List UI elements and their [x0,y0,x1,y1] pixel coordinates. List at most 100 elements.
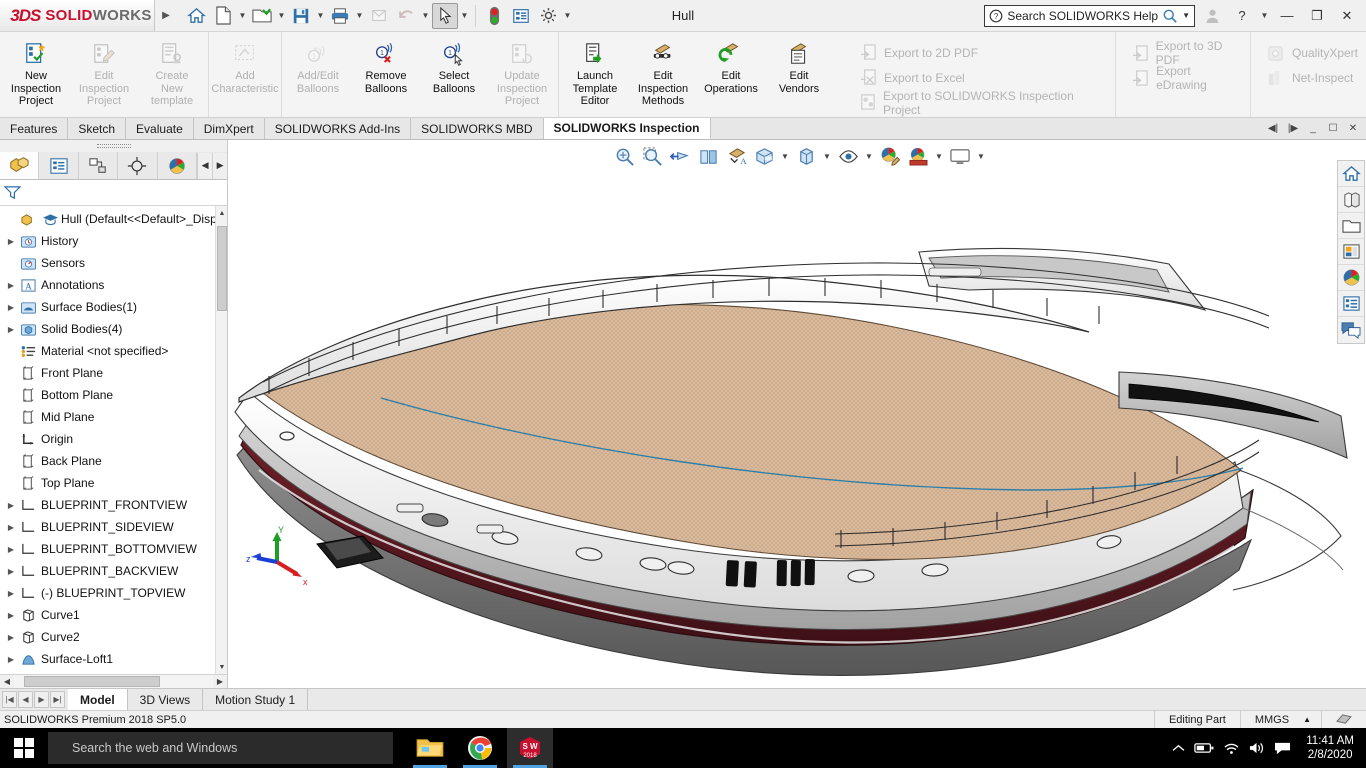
rebuild-icon[interactable] [481,3,507,29]
property-manager-tab[interactable] [39,152,79,179]
tab-model[interactable]: Model [68,689,128,710]
gear-icon[interactable] [535,3,561,29]
print-icon[interactable] [327,3,353,29]
scrollbar-thumb[interactable] [217,226,227,311]
restore-button[interactable]: ❐ [1304,4,1330,28]
scroll-down-icon[interactable]: ▼ [216,660,227,674]
tree-twisty[interactable]: ▶ [4,303,18,312]
save-icon[interactable] [288,3,314,29]
select-cursor-icon[interactable] [432,2,458,29]
units-dropdown-icon[interactable]: ▲ [1303,711,1321,728]
tab-dimxpert[interactable]: DimXpert [193,118,265,139]
tab-3d-views[interactable]: 3D Views [128,689,204,710]
yacht-hull-model[interactable] [229,140,1366,688]
tree-item-blueprint-backview[interactable]: ▶ BLUEPRINT_BACKVIEW [0,560,227,582]
minimize-button[interactable]: — [1274,4,1300,28]
tree-twisty[interactable]: ▶ [4,523,18,532]
wifi-icon[interactable] [1223,742,1239,755]
tab-evaluate[interactable]: Evaluate [126,118,194,139]
tree-horizontal-scrollbar[interactable]: ◀ ▶ [0,674,227,688]
document-restore-icon[interactable]: ☐ [1324,120,1342,138]
edit-inspection-methods-button[interactable]: Edit Inspection Methods [629,36,697,110]
tree-item-sensors[interactable]: Sensors [0,252,227,274]
panel-drag-handle[interactable] [0,140,227,152]
pin-right-icon[interactable]: |▶ [1284,120,1302,138]
select-balloons-button[interactable]: 1 Select Balloons [420,36,488,110]
tree-item-blueprint-topview[interactable]: ▶ (-) BLUEPRINT_TOPVIEW [0,582,227,604]
help-search-dropdown-icon[interactable]: ▼ [1182,11,1190,20]
show-hidden-icons-icon[interactable] [1172,743,1185,754]
tree-twisty[interactable]: ▶ [4,589,18,598]
tree-twisty[interactable]: ▶ [4,501,18,510]
tree-item-back-plane[interactable]: Back Plane [0,450,227,472]
document-minimize-icon[interactable]: _ [1304,120,1322,138]
tree-twisty[interactable]: ▶ [4,325,18,334]
tree-item-mid-plane[interactable]: Mid Plane [0,406,227,428]
solidworks-taskbar-icon[interactable]: S W 2018 [507,728,553,768]
last-tab-icon[interactable]: ▶| [50,691,65,708]
remove-balloons-button[interactable]: 1 Remove Balloons [352,36,420,110]
taskbar-clock[interactable]: 11:41 AM 2/8/2020 [1300,734,1360,762]
tree-twisty[interactable]: ▶ [4,567,18,576]
edit-operations-button[interactable]: Edit Operations [697,36,765,110]
tree-twisty[interactable]: ▶ [4,655,18,664]
help-button[interactable]: ? [1229,4,1255,28]
display-manager-tab[interactable] [158,152,198,179]
user-account-icon[interactable] [1199,4,1225,28]
action-center-icon[interactable] [1274,741,1291,756]
tree-item-top-plane[interactable]: Top Plane [0,472,227,494]
tree-item-annotations[interactable]: ▶ A Annotations [0,274,227,296]
tree-twisty[interactable]: ▶ [4,611,18,620]
scrollbar-thumb[interactable] [24,676,160,687]
tab-solidworks-mbd[interactable]: SOLIDWORKS MBD [411,118,544,139]
scroll-up-icon[interactable]: ▲ [216,206,227,220]
close-button[interactable]: ✕ [1334,4,1360,28]
next-tab-icon[interactable]: ▶ [34,691,49,708]
file-explorer-taskbar-icon[interactable] [407,728,453,768]
tree-twisty[interactable]: ▶ [4,237,18,246]
tree-vertical-scrollbar[interactable]: ▲ ▼ [215,206,227,674]
tree-twisty[interactable]: ▶ [4,545,18,554]
solidworks-logo[interactable]: 3DS SOLIDWORKS [0,0,155,31]
select-dropdown-icon[interactable]: ▼ [459,3,470,29]
tree-item-blueprint-sideview[interactable]: ▶ BLUEPRINT_SIDEVIEW [0,516,227,538]
undo-dropdown-icon[interactable]: ▼ [420,3,431,29]
volume-icon[interactable] [1248,741,1265,755]
help-dropdown-icon[interactable]: ▼ [1259,3,1270,29]
undo-icon[interactable] [393,3,419,29]
chrome-taskbar-icon[interactable] [457,728,503,768]
tab-features[interactable]: Features [0,118,69,139]
tree-item-bottom-plane[interactable]: Bottom Plane [0,384,227,406]
tab-sketch[interactable]: Sketch [68,118,127,139]
scroll-right-icon[interactable]: ▶ [213,675,227,688]
tree-filter-bar[interactable] [0,180,227,206]
document-close-icon[interactable]: ✕ [1344,120,1362,138]
graphics-viewport[interactable]: A ▼ ▼ ▼ ▼ ▼ Y x z [229,140,1366,688]
tree-twisty[interactable]: ▶ [4,281,18,290]
tree-item-history[interactable]: ▶ History [0,230,227,252]
edit-vendors-button[interactable]: Edit Vendors [765,36,833,110]
tab-motion-study-1[interactable]: Motion Study 1 [203,689,309,710]
options-list-icon[interactable] [508,3,534,29]
tree-item-surface-bodies[interactable]: ▶ Surface Bodies(1) [0,296,227,318]
new-document-dropdown-icon[interactable]: ▼ [237,3,248,29]
tree-item-origin[interactable]: Origin [0,428,227,450]
feature-manager-tab[interactable] [0,152,40,179]
panel-tab-scroll-right-icon[interactable]: ▶ [212,152,228,179]
tree-item-curve1[interactable]: ▶ Curve1 [0,604,227,626]
battery-icon[interactable] [1194,742,1214,754]
pin-left-icon[interactable]: ◀| [1264,120,1282,138]
menu-expander-arrow-icon[interactable]: ▶ [155,10,177,21]
open-dropdown-icon[interactable]: ▼ [276,3,287,29]
dimxpert-manager-tab[interactable] [118,152,158,179]
tree-item-solid-bodies[interactable]: ▶ Solid Bodies(4) [0,318,227,340]
tree-item-material[interactable]: Material <not specified> [0,340,227,362]
scroll-left-icon[interactable]: ◀ [0,675,14,688]
tree-item-surface-loft1[interactable]: ▶ Surface-Loft1 [0,648,227,670]
units-label[interactable]: MMGS [1239,711,1303,728]
previous-tab-icon[interactable]: ◀ [18,691,33,708]
save-dropdown-icon[interactable]: ▼ [315,3,326,29]
options-dropdown-icon[interactable]: ▼ [562,3,573,29]
panel-tab-scroll-left-icon[interactable]: ◀ [197,152,213,179]
tree-item-blueprint-frontview[interactable]: ▶ BLUEPRINT_FRONTVIEW [0,494,227,516]
